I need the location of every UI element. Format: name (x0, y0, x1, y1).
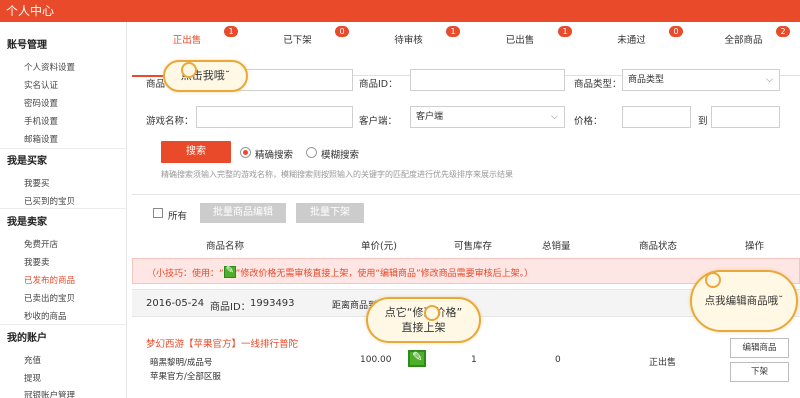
select-all-label: 所有 (168, 211, 188, 222)
price-to-label: 到 (698, 116, 708, 127)
sidebar-item-sell[interactable]: 我要卖 (24, 256, 50, 268)
client-select[interactable]: 客户端 ⌵ (410, 106, 565, 128)
tab-label: 全部商品 (724, 35, 763, 46)
sidebar-item-profile[interactable]: 个人资料设置 (24, 61, 75, 73)
click-me-callout: 点击我哦˘ (163, 60, 248, 92)
tip-text: ”修改价格无需审核直接上架，使用“编辑商品”修改商品需要审核后上架。） (235, 269, 534, 279)
search-button[interactable]: 搜索 (161, 141, 231, 163)
product-type-select[interactable]: 商品类型 ⌵ (622, 69, 780, 91)
callout-text-line2: 直接上架 (401, 321, 446, 334)
sidebar-item-realname[interactable]: 实名认证 (24, 79, 58, 91)
sidebar-item-recharge[interactable]: 充值 (24, 354, 41, 366)
sidebar-divider (0, 324, 127, 325)
sidebar-item-phone[interactable]: 手机设置 (24, 115, 58, 127)
tab-label: 待审核 (394, 35, 423, 46)
sidebar-item-password[interactable]: 密码设置 (24, 97, 58, 109)
sidebar: 账号管理 个人资料设置 实名认证 密码设置 手机设置 邮箱设置 我是买家 我要买… (0, 22, 127, 398)
sidebar-section-buyer: 我是买家 (7, 156, 47, 167)
fuzzy-search-label: 模糊搜索 (321, 150, 360, 161)
edit-product-button[interactable]: 编辑商品 (730, 338, 789, 358)
product-status: 正出售 (649, 358, 677, 368)
price-max-input[interactable] (711, 106, 780, 128)
window-title: 个人中心 (0, 0, 800, 22)
col-header-status: 商品状态 (639, 241, 678, 252)
price-min-input[interactable] (622, 106, 691, 128)
sidebar-item-sold[interactable]: 已卖出的宝贝 (24, 292, 75, 304)
product-type-label: 商品类型： (574, 79, 622, 90)
tab-label: 已出售 (505, 35, 535, 46)
product-id-label: 商品ID： (359, 79, 398, 90)
product-id-input[interactable] (410, 69, 565, 91)
sidebar-section-seller: 我是卖家 (7, 217, 47, 228)
tab-badge: 1 (558, 26, 572, 37)
game-name-input[interactable] (196, 106, 353, 128)
price-label: 价格： (574, 116, 603, 127)
sidebar-item-published[interactable]: 已发布的商品 (24, 274, 75, 286)
sidebar-item-guanyin[interactable]: 冠银账户管理 (24, 389, 75, 398)
tip-prefix: （小技巧：使用：“ (147, 269, 224, 279)
sidebar-divider (0, 148, 127, 149)
product-type-value: 商品类型 (628, 75, 665, 85)
sidebar-item-buy[interactable]: 我要买 (24, 177, 50, 189)
client-value: 客户端 (416, 112, 444, 122)
sidebar-item-open-shop[interactable]: 免费开店 (24, 238, 58, 250)
tab-badge: 2 (776, 26, 790, 37)
product-stock: 1 (471, 355, 477, 365)
modify-price-callout: 点它“修改价格” 直接上架 (366, 297, 481, 343)
tab-badge: 0 (669, 26, 683, 37)
chevron-down-icon: ⌵ (766, 75, 773, 85)
order-date: 2016-05-24 (146, 298, 205, 309)
tab-label: 正出售 (172, 35, 202, 46)
game-name-label: 游戏名称： (146, 116, 194, 127)
tab-label: 未通过 (617, 35, 646, 46)
fuzzy-search-radio[interactable] (306, 147, 317, 158)
product-price: 100.00 (360, 355, 392, 365)
search-hint: 精确搜索须输入完整的游戏名称，模糊搜索则按照输入的关键字的匹配度进行优先级排序来… (161, 170, 513, 179)
chevron-down-icon: ⌵ (551, 112, 558, 122)
product-sales: 0 (555, 355, 561, 365)
exact-search-radio[interactable] (240, 147, 251, 158)
client-label: 客户端： (359, 116, 398, 127)
tab-label: 已下架 (283, 35, 312, 46)
order-id: 1993493 (250, 298, 295, 309)
sidebar-item-withdraw[interactable]: 提现 (24, 372, 41, 384)
exact-search-label: 精确搜索 (255, 150, 294, 161)
callout-text: 点击我哦˘ (180, 69, 231, 82)
batch-unlist-button[interactable]: 批量下架 (296, 203, 364, 223)
col-header-price: 单价(元) (361, 241, 397, 252)
product-sub-1: 暗黑黎明/成品号 (150, 358, 213, 368)
edit-price-button[interactable] (408, 350, 426, 367)
unlist-button[interactable]: 下架 (730, 362, 789, 382)
col-header-sales: 总销量 (542, 241, 571, 252)
callout-text-line1: 点它“修改价格” (384, 306, 463, 319)
batch-edit-button[interactable]: 批量商品编辑 (200, 203, 286, 223)
sidebar-section-account: 账号管理 (7, 40, 47, 51)
sidebar-divider (0, 208, 127, 209)
col-header-name: 商品名称 (206, 241, 245, 252)
sidebar-item-bought[interactable]: 已买到的宝贝 (24, 195, 75, 207)
tab-badge: 0 (335, 26, 349, 37)
tab-badge: 1 (446, 26, 460, 37)
product-sub-2: 苹果官方/全部区服 (150, 372, 221, 382)
edit-price-icon (223, 265, 236, 278)
col-header-action: 操作 (745, 241, 765, 252)
callout-text: 点我编辑商品哦˘ (704, 295, 784, 307)
tab-badge: 1 (224, 26, 238, 37)
edit-product-callout: 点我编辑商品哦˘ (690, 270, 798, 332)
sidebar-item-instant[interactable]: 秒收的商品 (24, 310, 67, 322)
col-header-stock: 可售库存 (454, 241, 493, 252)
sidebar-item-email[interactable]: 邮箱设置 (24, 133, 58, 145)
sidebar-section-account-funds: 我的账户 (7, 333, 47, 344)
order-id-label: 商品ID： (210, 302, 251, 313)
product-title-link[interactable]: 梦幻西游【苹果官方】一线排行普陀 (146, 336, 298, 350)
select-all-checkbox[interactable] (153, 208, 163, 218)
